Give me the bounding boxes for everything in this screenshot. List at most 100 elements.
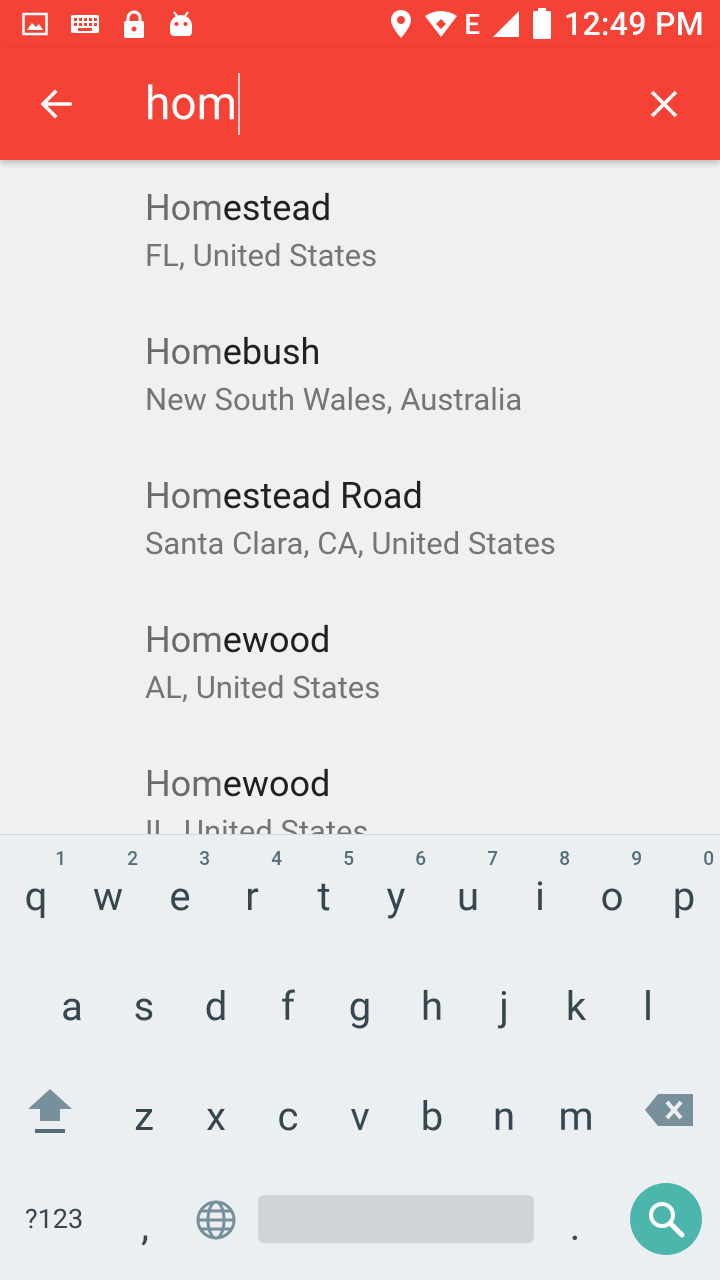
suggestion-item[interactable]: Homebush New South Wales, Australia — [0, 304, 720, 448]
symbols-key[interactable]: ?123 — [14, 1179, 94, 1259]
language-key[interactable] — [180, 1165, 252, 1275]
key-hint: 2 — [127, 847, 138, 870]
period-key[interactable]: . — [539, 1165, 611, 1275]
key-hint: 4 — [271, 847, 282, 870]
suggestion-item[interactable]: Homewood AL, United States — [0, 592, 720, 736]
android-icon — [170, 11, 192, 36]
key-label: q — [24, 872, 48, 920]
key-k[interactable]: k — [540, 945, 612, 1055]
suggestion-item[interactable]: Homewood IL, United States — [0, 736, 720, 834]
key-y[interactable]: 6y — [360, 835, 432, 945]
wifi-icon — [425, 11, 458, 37]
search-query: hom — [145, 77, 237, 131]
space-bar[interactable] — [258, 1195, 534, 1243]
key-label: v — [350, 1092, 370, 1140]
key-hint: 7 — [487, 847, 498, 870]
search-input[interactable]: hom — [145, 73, 240, 135]
close-icon — [650, 90, 678, 118]
key-b[interactable]: b — [396, 1055, 468, 1165]
key-s[interactable]: s — [108, 945, 180, 1055]
key-x[interactable]: x — [180, 1055, 252, 1165]
key-l[interactable]: l — [612, 945, 684, 1055]
text-cursor — [237, 73, 240, 135]
key-e[interactable]: 3e — [144, 835, 216, 945]
lock-icon — [124, 10, 144, 38]
key-i[interactable]: 8i — [504, 835, 576, 945]
key-label: c — [277, 1092, 299, 1140]
backspace-icon — [645, 1094, 693, 1126]
key-m[interactable]: m — [540, 1055, 612, 1165]
key-label: w — [92, 872, 124, 920]
search-action-key[interactable] — [630, 1183, 702, 1255]
suggestion-title: Homewood — [145, 619, 331, 661]
key-hint: 8 — [559, 847, 570, 870]
key-f[interactable]: f — [252, 945, 324, 1055]
key-hint: 6 — [415, 847, 426, 870]
key-hint: 9 — [631, 847, 642, 870]
keyboard-row-1: 1q2w3e4r5t6y7u8i9o0p — [0, 835, 720, 945]
key-d[interactable]: d — [180, 945, 252, 1055]
key-j[interactable]: j — [468, 945, 540, 1055]
key-label: a — [61, 982, 83, 1030]
key-z[interactable]: z — [108, 1055, 180, 1165]
key-label: y — [386, 872, 406, 920]
key-label: t — [317, 872, 331, 920]
key-label: u — [456, 872, 480, 920]
suggestion-subtitle: AL, United States — [145, 669, 381, 706]
key-label: n — [492, 1092, 516, 1140]
backspace-key[interactable] — [633, 1055, 705, 1165]
suggestion-item[interactable]: Homestead Road Santa Clara, CA, United S… — [0, 448, 720, 592]
key-label: x — [206, 1092, 226, 1140]
comma-key[interactable]: , — [109, 1165, 181, 1275]
key-g[interactable]: g — [324, 945, 396, 1055]
key-a[interactable]: a — [36, 945, 108, 1055]
key-label: s — [133, 982, 155, 1030]
signal-icon — [493, 11, 520, 37]
shift-key[interactable] — [14, 1055, 86, 1165]
search-icon — [649, 1202, 685, 1238]
key-hint: 5 — [343, 847, 354, 870]
key-p[interactable]: 0p — [648, 835, 720, 945]
globe-icon — [196, 1200, 236, 1240]
shift-icon — [28, 1089, 72, 1133]
key-w[interactable]: 2w — [72, 835, 144, 945]
suggestion-title: Homestead Road — [145, 475, 423, 517]
arrow-back-icon — [40, 89, 72, 119]
clear-search-button[interactable] — [632, 72, 696, 136]
suggestion-subtitle: IL, United States — [145, 813, 369, 834]
key-r[interactable]: 4r — [216, 835, 288, 945]
key-v[interactable]: v — [324, 1055, 396, 1165]
suggestion-subtitle: FL, United States — [145, 237, 378, 274]
key-label: f — [281, 982, 295, 1030]
key-u[interactable]: 7u — [432, 835, 504, 945]
key-label: j — [499, 982, 509, 1030]
location-icon — [391, 10, 412, 38]
keyboard-row-2: a s d f gh j k l — [0, 945, 720, 1055]
suggestion-list: Homestead FL, United States Homebush New… — [0, 160, 720, 834]
key-label: z — [134, 1092, 154, 1140]
key-label: m — [558, 1092, 594, 1140]
network-type: E — [464, 7, 481, 41]
search-toolbar: hom — [0, 48, 720, 160]
key-hint: 3 — [199, 847, 210, 870]
key-t[interactable]: 5t — [288, 835, 360, 945]
battery-icon — [533, 8, 552, 39]
suggestion-item[interactable]: Homestead FL, United States — [0, 160, 720, 304]
key-label: l — [643, 982, 653, 1030]
system-indicators: E 12:49 PM — [390, 5, 704, 43]
key-c[interactable]: c — [252, 1055, 324, 1165]
notification-icons — [22, 8, 194, 40]
key-label: r — [245, 872, 259, 920]
key-label: p — [672, 872, 696, 920]
soft-keyboard: 1q2w3e4r5t6y7u8i9o0p asdfghjkl zxcvbnm ?… — [0, 834, 720, 1280]
key-q[interactable]: 1q — [0, 835, 72, 945]
key-o[interactable]: 9o — [576, 835, 648, 945]
key-h[interactable]: h — [396, 945, 468, 1055]
keyboard-icon — [71, 15, 99, 33]
key-label: g — [348, 982, 372, 1030]
suggestion-title: Homebush — [145, 331, 321, 373]
back-button[interactable] — [24, 72, 88, 136]
key-hint: 1 — [55, 847, 66, 870]
key-n[interactable]: n — [468, 1055, 540, 1165]
key-label: k — [565, 982, 587, 1030]
